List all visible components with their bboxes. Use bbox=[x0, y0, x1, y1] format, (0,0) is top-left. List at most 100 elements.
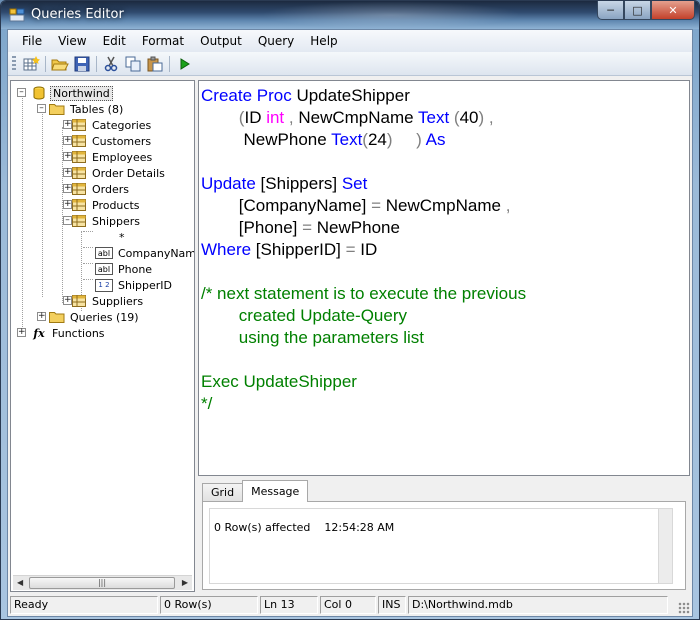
code-line[interactable]: */ bbox=[201, 393, 689, 415]
app-icon bbox=[9, 7, 25, 23]
tree-node-field-all[interactable]: * bbox=[117, 229, 127, 245]
code-line[interactable]: Exec UpdateShipper bbox=[201, 371, 689, 393]
tree-node-queries[interactable]: + Queries (19) bbox=[37, 309, 141, 325]
tab-grid[interactable]: Grid bbox=[202, 483, 244, 502]
menu-edit[interactable]: Edit bbox=[95, 30, 134, 52]
tree-node-table-shippers[interactable]: – Shippers bbox=[63, 213, 142, 229]
function-icon: fx bbox=[31, 326, 47, 340]
query-editor[interactable]: Create Proc UpdateShipper (ID int , NewC… bbox=[198, 80, 690, 476]
expand-icon[interactable]: + bbox=[63, 168, 72, 177]
tree-node-table-customers[interactable]: + Customers bbox=[63, 133, 153, 149]
tree-node-table-employees[interactable]: + Employees bbox=[63, 149, 154, 165]
tree-horizontal-scrollbar[interactable]: ◀ ||| ▶ bbox=[13, 575, 192, 590]
code-line[interactable]: [Phone] = NewPhone bbox=[201, 217, 689, 239]
code-line[interactable] bbox=[201, 151, 689, 173]
scrollbar-thumb[interactable]: ||| bbox=[29, 577, 175, 589]
table-icon bbox=[71, 134, 87, 148]
tree-label-northwind: Northwind bbox=[50, 85, 113, 101]
expand-icon[interactable]: + bbox=[63, 120, 72, 129]
paste-button[interactable] bbox=[144, 54, 166, 74]
expand-icon[interactable]: + bbox=[63, 296, 72, 305]
database-tree[interactable]: – Northwind – Tables (8) + Categories + … bbox=[10, 80, 195, 592]
code-token: NewPhone bbox=[243, 130, 332, 149]
tree-node-field-companyname[interactable]: abl CompanyName bbox=[95, 245, 195, 261]
toolbar-grip[interactable] bbox=[12, 55, 16, 72]
expand-icon[interactable]: + bbox=[17, 328, 26, 337]
tree-node-table-categories[interactable]: + Categories bbox=[63, 117, 153, 133]
tree-node-northwind[interactable]: – Northwind bbox=[17, 85, 113, 101]
status-line: Ln 13 bbox=[260, 596, 318, 614]
tree-node-table-orders[interactable]: + Orders bbox=[63, 181, 131, 197]
scroll-right-icon[interactable]: ▶ bbox=[182, 578, 188, 587]
collapse-icon[interactable]: – bbox=[63, 216, 72, 225]
code-token: As bbox=[425, 130, 446, 149]
status-insert-mode: INS bbox=[378, 596, 406, 614]
copy-button[interactable] bbox=[122, 54, 144, 74]
collapse-icon[interactable]: – bbox=[37, 104, 46, 113]
message-scrollbar[interactable] bbox=[658, 509, 672, 583]
tree-node-table-order-details[interactable]: + Order Details bbox=[63, 165, 167, 181]
code-line[interactable]: [CompanyName] = NewCmpName , bbox=[201, 195, 689, 217]
menu-file[interactable]: File bbox=[14, 30, 50, 52]
tree-node-tables[interactable]: – Tables (8) bbox=[37, 101, 125, 117]
tree-line bbox=[83, 263, 93, 264]
tree-node-table-products[interactable]: + Products bbox=[63, 197, 142, 213]
minimize-button[interactable]: ─ bbox=[597, 1, 624, 20]
new-query-button[interactable] bbox=[20, 54, 42, 74]
code-token: created Update-Query bbox=[201, 306, 407, 325]
title-bar[interactable]: Queries Editor ─ □ ✕ bbox=[1, 1, 699, 29]
menu-view[interactable]: View bbox=[50, 30, 94, 52]
tree-node-functions[interactable]: + fx Functions bbox=[17, 325, 107, 341]
expand-icon[interactable]: + bbox=[63, 136, 72, 145]
expand-icon[interactable]: + bbox=[63, 184, 72, 193]
code-line[interactable]: Create Proc UpdateShipper bbox=[201, 85, 689, 107]
code-token: ) , bbox=[478, 108, 494, 127]
folder-icon bbox=[49, 310, 65, 324]
menu-query[interactable]: Query bbox=[250, 30, 302, 52]
code-token: Text bbox=[418, 108, 450, 127]
tree-label-queries: Queries (19) bbox=[70, 310, 139, 324]
tree-node-field-phone[interactable]: abl Phone bbox=[95, 261, 154, 277]
code-line[interactable] bbox=[201, 349, 689, 371]
expand-icon[interactable]: + bbox=[63, 152, 72, 161]
tree-label-field: CompanyName bbox=[118, 246, 195, 260]
collapse-icon[interactable]: – bbox=[17, 88, 26, 97]
code-line[interactable]: created Update-Query bbox=[201, 305, 689, 327]
expand-icon[interactable]: + bbox=[63, 200, 72, 209]
maximize-button[interactable]: □ bbox=[624, 1, 651, 20]
code-token: = bbox=[345, 240, 361, 259]
code-line[interactable]: (ID int , NewCmpName Text (40) , bbox=[201, 107, 689, 129]
code-token: , bbox=[500, 196, 511, 215]
menu-help[interactable]: Help bbox=[302, 30, 345, 52]
tree-label-table: Suppliers bbox=[92, 294, 144, 308]
cut-button[interactable] bbox=[100, 54, 122, 74]
message-box[interactable]: 0 Row(s) affected 12:54:28 AM bbox=[209, 508, 673, 584]
resize-grip[interactable] bbox=[678, 602, 690, 614]
tree-node-table-suppliers[interactable]: + Suppliers bbox=[63, 293, 145, 309]
status-database-path: D:\Northwind.mdb bbox=[408, 596, 668, 614]
table-icon bbox=[71, 150, 87, 164]
tree-label-table: Shippers bbox=[92, 214, 140, 228]
code-token: = bbox=[302, 218, 317, 237]
save-button[interactable] bbox=[71, 54, 93, 74]
code-token: NewPhone bbox=[316, 218, 400, 237]
expand-icon[interactable]: + bbox=[37, 312, 46, 321]
menu-format[interactable]: Format bbox=[134, 30, 192, 52]
close-button[interactable]: ✕ bbox=[651, 1, 695, 20]
code-line[interactable] bbox=[201, 261, 689, 283]
menu-output[interactable]: Output bbox=[192, 30, 250, 52]
run-button[interactable] bbox=[173, 54, 195, 74]
code-token: Create Proc bbox=[201, 86, 297, 105]
code-line[interactable]: NewPhone Text(24) ) As bbox=[201, 129, 689, 151]
code-line[interactable]: using the parameters list bbox=[201, 327, 689, 349]
tab-message[interactable]: Message bbox=[242, 480, 309, 502]
scroll-left-icon[interactable]: ◀ bbox=[17, 578, 23, 587]
open-button[interactable] bbox=[49, 54, 71, 74]
tree-line bbox=[83, 279, 93, 280]
code-line[interactable]: /* next statement is to execute the prev… bbox=[201, 283, 689, 305]
tree-label-table: Categories bbox=[92, 118, 152, 132]
code-line[interactable]: Where [ShipperID] = ID bbox=[201, 239, 689, 261]
tree-node-field-shipperid[interactable]: 1 2 ShipperID bbox=[95, 277, 174, 293]
code-line[interactable]: Update [Shippers] Set bbox=[201, 173, 689, 195]
